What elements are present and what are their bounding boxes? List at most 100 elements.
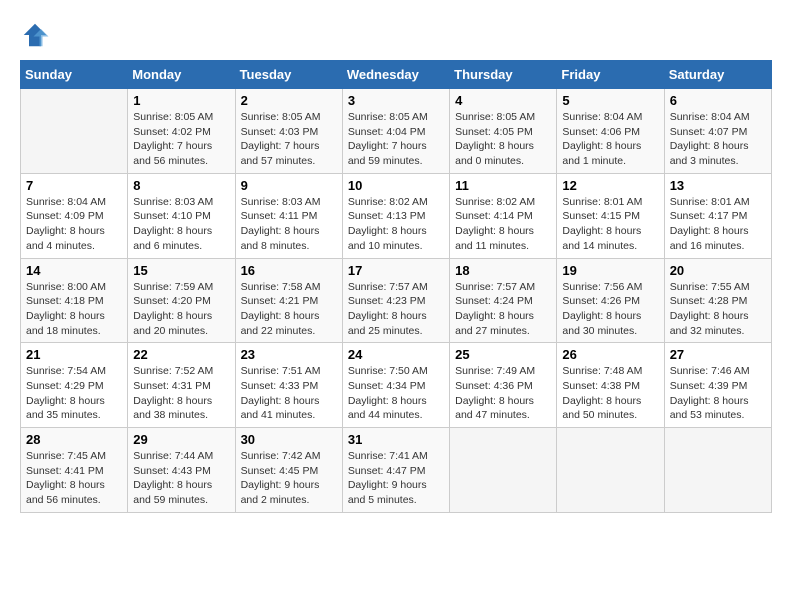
day-info: Sunrise: 7:57 AMSunset: 4:23 PMDaylight:…	[348, 280, 444, 339]
day-info: Sunrise: 8:03 AMSunset: 4:11 PMDaylight:…	[241, 195, 337, 254]
day-number: 4	[455, 93, 551, 108]
day-info: Sunrise: 8:05 AMSunset: 4:02 PMDaylight:…	[133, 110, 229, 169]
day-number: 16	[241, 263, 337, 278]
calendar-table: SundayMondayTuesdayWednesdayThursdayFrid…	[20, 60, 772, 513]
day-number: 23	[241, 347, 337, 362]
day-number: 3	[348, 93, 444, 108]
day-number: 27	[670, 347, 766, 362]
day-info: Sunrise: 8:01 AMSunset: 4:15 PMDaylight:…	[562, 195, 658, 254]
day-info: Sunrise: 8:02 AMSunset: 4:13 PMDaylight:…	[348, 195, 444, 254]
day-cell: 5Sunrise: 8:04 AMSunset: 4:06 PMDaylight…	[557, 89, 664, 174]
day-info: Sunrise: 7:57 AMSunset: 4:24 PMDaylight:…	[455, 280, 551, 339]
day-info: Sunrise: 8:04 AMSunset: 4:07 PMDaylight:…	[670, 110, 766, 169]
day-cell	[21, 89, 128, 174]
day-cell: 3 Sunrise: 8:05 AMSunset: 4:04 PMDaylight…	[342, 89, 449, 174]
day-cell: 11 Sunrise: 8:02 AMSunset: 4:14 PMDayligh…	[450, 173, 557, 258]
day-number: 5	[562, 93, 658, 108]
day-cell: 15 Sunrise: 7:59 AMSunset: 4:20 PMDayligh…	[128, 258, 235, 343]
day-info: Sunrise: 7:56 AMSunset: 4:26 PMDaylight:…	[562, 280, 658, 339]
column-header-saturday: Saturday	[664, 61, 771, 89]
day-number: 22	[133, 347, 229, 362]
day-info: Sunrise: 7:44 AMSunset: 4:43 PMDaylight:…	[133, 449, 229, 508]
day-cell: 28 Sunrise: 7:45 AMSunset: 4:41 PMDayligh…	[21, 428, 128, 513]
day-number: 20	[670, 263, 766, 278]
day-cell: 6 Sunrise: 8:04 AMSunset: 4:07 PMDaylight…	[664, 89, 771, 174]
day-info: Sunrise: 8:05 AMSunset: 4:05 PMDaylight:…	[455, 110, 551, 169]
column-header-tuesday: Tuesday	[235, 61, 342, 89]
day-info: Sunrise: 7:41 AMSunset: 4:47 PMDaylight:…	[348, 449, 444, 508]
day-number: 31	[348, 432, 444, 447]
day-cell: 23 Sunrise: 7:51 AMSunset: 4:33 PMDayligh…	[235, 343, 342, 428]
logo	[20, 20, 54, 50]
day-number: 28	[26, 432, 122, 447]
week-row-1: 1 Sunrise: 8:05 AMSunset: 4:02 PMDaylight…	[21, 89, 772, 174]
day-number: 26	[562, 347, 658, 362]
day-cell	[557, 428, 664, 513]
day-info: Sunrise: 8:00 AMSunset: 4:18 PMDaylight:…	[26, 280, 122, 339]
day-cell: 12 Sunrise: 8:01 AMSunset: 4:15 PMDayligh…	[557, 173, 664, 258]
header	[20, 20, 772, 50]
week-row-2: 7 Sunrise: 8:04 AMSunset: 4:09 PMDaylight…	[21, 173, 772, 258]
day-cell: 1 Sunrise: 8:05 AMSunset: 4:02 PMDaylight…	[128, 89, 235, 174]
day-cell: 2 Sunrise: 8:05 AMSunset: 4:03 PMDaylight…	[235, 89, 342, 174]
day-info: Sunrise: 8:01 AMSunset: 4:17 PMDaylight:…	[670, 195, 766, 254]
header-row: SundayMondayTuesdayWednesdayThursdayFrid…	[21, 61, 772, 89]
day-number: 2	[241, 93, 337, 108]
day-cell: 20 Sunrise: 7:55 AMSunset: 4:28 PMDayligh…	[664, 258, 771, 343]
day-cell: 24Sunrise: 7:50 AMSunset: 4:34 PMDayligh…	[342, 343, 449, 428]
day-info: Sunrise: 7:45 AMSunset: 4:41 PMDaylight:…	[26, 449, 122, 508]
day-cell: 17 Sunrise: 7:57 AMSunset: 4:23 PMDayligh…	[342, 258, 449, 343]
day-number: 15	[133, 263, 229, 278]
day-info: Sunrise: 8:05 AMSunset: 4:03 PMDaylight:…	[241, 110, 337, 169]
week-row-5: 28 Sunrise: 7:45 AMSunset: 4:41 PMDayligh…	[21, 428, 772, 513]
day-info: Sunrise: 7:52 AMSunset: 4:31 PMDaylight:…	[133, 364, 229, 423]
day-info: Sunrise: 7:51 AMSunset: 4:33 PMDaylight:…	[241, 364, 337, 423]
day-cell: 7 Sunrise: 8:04 AMSunset: 4:09 PMDaylight…	[21, 173, 128, 258]
day-cell: 25 Sunrise: 7:49 AMSunset: 4:36 PMDayligh…	[450, 343, 557, 428]
day-cell: 21Sunrise: 7:54 AMSunset: 4:29 PMDayligh…	[21, 343, 128, 428]
day-info: Sunrise: 7:50 AMSunset: 4:34 PMDaylight:…	[348, 364, 444, 423]
day-cell: 13 Sunrise: 8:01 AMSunset: 4:17 PMDayligh…	[664, 173, 771, 258]
day-number: 6	[670, 93, 766, 108]
day-cell: 18 Sunrise: 7:57 AMSunset: 4:24 PMDayligh…	[450, 258, 557, 343]
day-info: Sunrise: 8:03 AMSunset: 4:10 PMDaylight:…	[133, 195, 229, 254]
day-number: 17	[348, 263, 444, 278]
day-number: 7	[26, 178, 122, 193]
column-header-thursday: Thursday	[450, 61, 557, 89]
day-number: 25	[455, 347, 551, 362]
day-cell: 27 Sunrise: 7:46 AMSunset: 4:39 PMDayligh…	[664, 343, 771, 428]
day-number: 10	[348, 178, 444, 193]
column-header-monday: Monday	[128, 61, 235, 89]
day-cell: 16 Sunrise: 7:58 AMSunset: 4:21 PMDayligh…	[235, 258, 342, 343]
day-number: 12	[562, 178, 658, 193]
day-info: Sunrise: 7:58 AMSunset: 4:21 PMDaylight:…	[241, 280, 337, 339]
day-number: 14	[26, 263, 122, 278]
day-info: Sunrise: 7:49 AMSunset: 4:36 PMDaylight:…	[455, 364, 551, 423]
day-info: Sunrise: 8:05 AMSunset: 4:04 PMDaylight:…	[348, 110, 444, 169]
day-info: Sunrise: 7:46 AMSunset: 4:39 PMDaylight:…	[670, 364, 766, 423]
day-cell: 10 Sunrise: 8:02 AMSunset: 4:13 PMDayligh…	[342, 173, 449, 258]
day-cell: 22 Sunrise: 7:52 AMSunset: 4:31 PMDayligh…	[128, 343, 235, 428]
day-number: 11	[455, 178, 551, 193]
day-info: Sunrise: 8:04 AMSunset: 4:09 PMDaylight:…	[26, 195, 122, 254]
day-number: 13	[670, 178, 766, 193]
day-number: 19	[562, 263, 658, 278]
day-cell: 30 Sunrise: 7:42 AMSunset: 4:45 PMDayligh…	[235, 428, 342, 513]
day-cell: 14 Sunrise: 8:00 AMSunset: 4:18 PMDayligh…	[21, 258, 128, 343]
day-cell: 29Sunrise: 7:44 AMSunset: 4:43 PMDayligh…	[128, 428, 235, 513]
day-cell: 9 Sunrise: 8:03 AMSunset: 4:11 PMDaylight…	[235, 173, 342, 258]
logo-icon	[20, 20, 50, 50]
day-number: 1	[133, 93, 229, 108]
day-cell	[664, 428, 771, 513]
day-number: 18	[455, 263, 551, 278]
day-info: Sunrise: 7:48 AMSunset: 4:38 PMDaylight:…	[562, 364, 658, 423]
day-info: Sunrise: 7:59 AMSunset: 4:20 PMDaylight:…	[133, 280, 229, 339]
week-row-3: 14 Sunrise: 8:00 AMSunset: 4:18 PMDayligh…	[21, 258, 772, 343]
day-info: Sunrise: 7:42 AMSunset: 4:45 PMDaylight:…	[241, 449, 337, 508]
column-header-wednesday: Wednesday	[342, 61, 449, 89]
day-number: 30	[241, 432, 337, 447]
day-cell: 19 Sunrise: 7:56 AMSunset: 4:26 PMDayligh…	[557, 258, 664, 343]
day-number: 9	[241, 178, 337, 193]
day-info: Sunrise: 7:55 AMSunset: 4:28 PMDaylight:…	[670, 280, 766, 339]
day-info: Sunrise: 8:02 AMSunset: 4:14 PMDaylight:…	[455, 195, 551, 254]
